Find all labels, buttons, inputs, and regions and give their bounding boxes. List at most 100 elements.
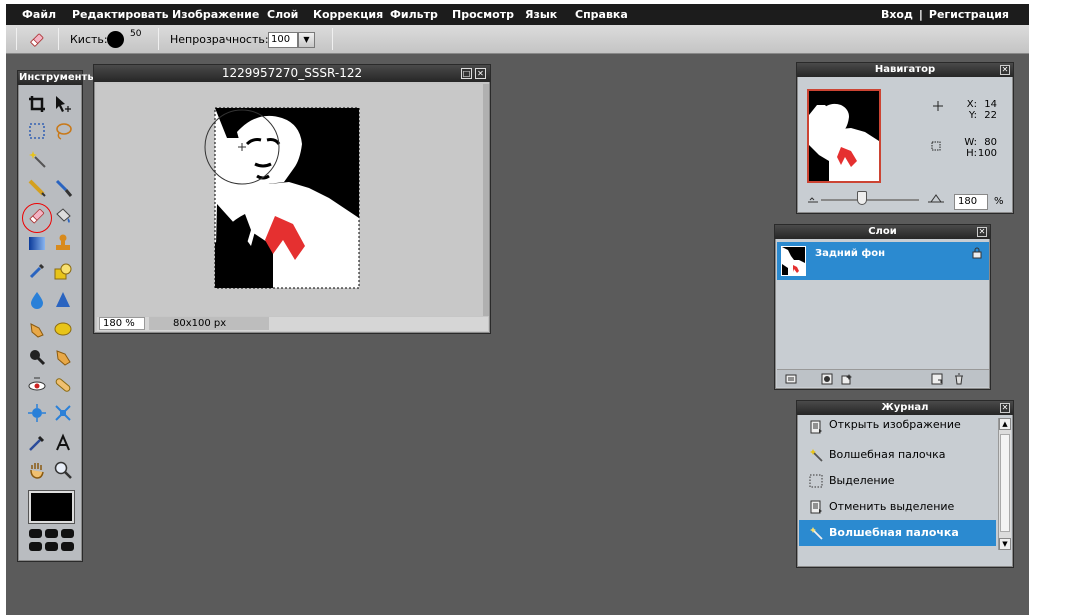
image-window: 1229957270_SSSR-122 □ ✕ 180 % 80x100 px xyxy=(93,64,491,334)
new-layer-icon[interactable] xyxy=(931,373,943,385)
nav-y-value: 22 xyxy=(984,110,997,121)
sharpen-tool[interactable] xyxy=(52,289,74,311)
navigator-zoom-unit: % xyxy=(994,196,1004,207)
eye-icon xyxy=(28,377,46,391)
blur-tool[interactable] xyxy=(26,289,48,311)
layer-mask-icon[interactable] xyxy=(821,373,833,385)
maximize-button[interactable]: □ xyxy=(461,68,472,79)
move-tool[interactable] xyxy=(52,93,74,115)
eyedropper-icon xyxy=(29,435,45,451)
hand-tool[interactable] xyxy=(26,459,48,481)
pinch-tool[interactable] xyxy=(52,402,74,424)
close-icon[interactable]: ✕ xyxy=(1000,65,1010,75)
view-mode-button[interactable] xyxy=(61,529,74,538)
menu-help[interactable]: Справка xyxy=(575,8,628,21)
register-link[interactable]: Регистрация xyxy=(929,8,1009,21)
menu-file[interactable]: Файл xyxy=(22,8,56,21)
history-scrollbar[interactable]: ▲ ▼ xyxy=(998,418,1011,550)
opacity-dropdown-button[interactable]: ▼ xyxy=(298,32,315,48)
layers-title: Слои xyxy=(775,225,990,239)
menu-layer[interactable]: Слой xyxy=(267,8,298,21)
menu-language[interactable]: Язык xyxy=(525,8,557,21)
pencil-tool[interactable] xyxy=(26,177,48,199)
eraser-icon xyxy=(28,31,46,49)
paint-bucket-tool[interactable] xyxy=(52,205,74,227)
primary-color-swatch[interactable] xyxy=(28,490,75,524)
history-item[interactable]: Открыть изображение xyxy=(799,418,996,436)
bloat-tool[interactable] xyxy=(26,402,48,424)
menu-adjustments[interactable]: Коррекция xyxy=(313,8,383,21)
magic-wand-tool[interactable] xyxy=(26,148,48,170)
layer-settings-icon[interactable] xyxy=(785,373,797,385)
history-item[interactable]: Отменить выделение xyxy=(799,494,996,520)
scroll-down-button[interactable]: ▼ xyxy=(999,538,1011,550)
login-link[interactable]: Вход xyxy=(881,8,913,21)
burn-tool[interactable] xyxy=(52,346,74,368)
clone-stamp-tool[interactable] xyxy=(52,232,74,254)
zoom-out-icon xyxy=(808,197,818,203)
vertical-scrollbar[interactable] xyxy=(483,84,489,316)
zoom-tool[interactable] xyxy=(52,459,74,481)
layer-row[interactable]: Задний фон xyxy=(777,242,989,280)
navigator-thumbnail[interactable] xyxy=(807,89,881,183)
history-item-selected[interactable]: Волшебная палочка xyxy=(799,520,996,546)
drop-icon xyxy=(31,292,43,309)
brush-icon xyxy=(55,179,73,197)
options-divider xyxy=(58,28,59,50)
menu-bar: Файл Редактировать Изображение Слой Корр… xyxy=(6,4,1029,25)
view-mode-button[interactable] xyxy=(45,529,58,538)
smudge-tool[interactable] xyxy=(26,318,48,340)
close-button[interactable]: ✕ xyxy=(475,68,486,79)
menu-image[interactable]: Изображение xyxy=(172,8,259,21)
marquee-tool[interactable] xyxy=(26,120,48,142)
brush-preview[interactable] xyxy=(107,31,124,48)
options-divider xyxy=(158,28,159,50)
nav-x-value: 14 xyxy=(984,99,997,110)
hand-finger-icon xyxy=(30,323,44,338)
view-mode-button[interactable] xyxy=(29,529,42,538)
trash-icon[interactable] xyxy=(953,373,965,385)
dodge-tool[interactable] xyxy=(26,346,48,368)
menu-view[interactable]: Просмотр xyxy=(452,8,514,21)
color-picker-tool[interactable] xyxy=(26,432,48,454)
auth-separator: | xyxy=(918,8,923,21)
brush-label: Кисть: xyxy=(70,33,108,46)
brush-tool[interactable] xyxy=(52,177,74,199)
menu-edit[interactable]: Редактировать xyxy=(72,8,169,21)
view-mode-button[interactable] xyxy=(29,542,42,551)
gradient-tool[interactable] xyxy=(26,232,48,254)
zoom-slider-handle[interactable] xyxy=(857,191,867,205)
history-item[interactable]: Волшебная палочка xyxy=(799,442,996,468)
scroll-up-button[interactable]: ▲ xyxy=(999,418,1011,430)
view-mode-button[interactable] xyxy=(45,542,58,551)
view-mode-button[interactable] xyxy=(61,542,74,551)
navigator-title: Навигатор xyxy=(797,63,1013,77)
color-replace-tool[interactable] xyxy=(26,260,48,282)
magic-wand-icon xyxy=(810,449,823,462)
zoom-slider-track[interactable] xyxy=(821,199,919,201)
layer-style-icon[interactable] xyxy=(841,373,853,385)
crop-tool[interactable] xyxy=(26,93,48,115)
image-canvas[interactable] xyxy=(97,84,486,316)
lasso-tool[interactable] xyxy=(52,120,74,142)
lasso-icon xyxy=(56,123,72,140)
opacity-input[interactable]: 100 xyxy=(268,32,298,48)
menu-filter[interactable]: Фильтр xyxy=(390,8,438,21)
navigator-preview xyxy=(809,91,879,181)
stamp-icon xyxy=(56,234,70,250)
bloat-icon xyxy=(28,404,46,422)
red-eye-tool[interactable] xyxy=(26,374,48,396)
close-icon[interactable]: ✕ xyxy=(977,227,987,237)
magic-wand-icon xyxy=(29,151,46,168)
nav-w-value: 80 xyxy=(984,137,997,148)
sponge-tool[interactable] xyxy=(52,318,74,340)
close-icon[interactable]: ✕ xyxy=(1000,403,1010,413)
spot-heal-tool[interactable] xyxy=(52,374,74,396)
zoom-field[interactable]: 180 % xyxy=(99,317,145,330)
scroll-thumb[interactable] xyxy=(1000,434,1010,532)
type-tool[interactable] xyxy=(52,432,74,454)
navigator-zoom-input[interactable]: 180 xyxy=(954,194,988,210)
zoom-in-icon xyxy=(928,194,944,203)
history-item[interactable]: Выделение xyxy=(799,468,996,494)
draw-shape-tool[interactable] xyxy=(52,260,74,282)
